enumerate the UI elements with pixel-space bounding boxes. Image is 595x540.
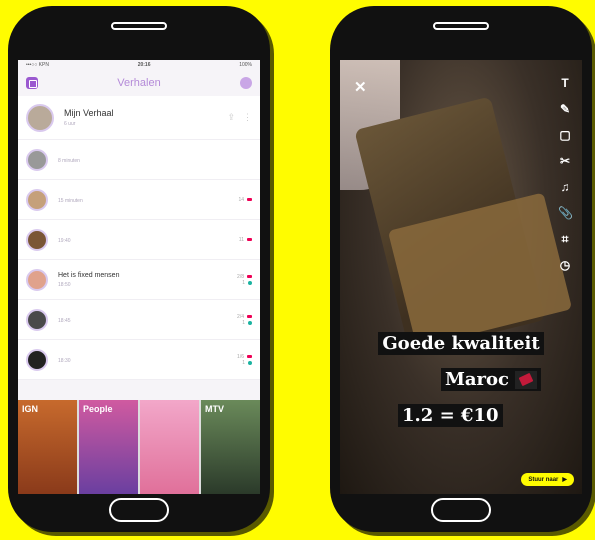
- timer-tool-icon[interactable]: ◷: [558, 258, 572, 272]
- chat-indicator-icon: [248, 320, 252, 325]
- chat-count: 1: [242, 319, 245, 326]
- snap-indicator-icon: [247, 198, 252, 201]
- my-story-row[interactable]: Mijn Verhaal 6 uur ⇪ ⋮: [18, 96, 260, 140]
- chat-indicator-icon: [248, 360, 252, 365]
- story-time: 15 minuten: [58, 198, 83, 204]
- snap-indicator-icon: [247, 355, 252, 358]
- sticker-tool-icon[interactable]: ▢: [558, 128, 572, 142]
- share-icon[interactable]: ⇪: [227, 112, 235, 123]
- caption-line-3: 1.2 = €10: [340, 404, 582, 427]
- list-item[interactable]: 8 minuten: [18, 140, 260, 180]
- caption-line-1: Goede kwaliteit: [340, 332, 582, 355]
- stories-screen: •••○○ KPN 20:16 100% Verhalen Mijn Verha…: [18, 60, 260, 494]
- carrier-label: •••○○ KPN: [26, 62, 49, 68]
- story-time: 18:45: [58, 318, 71, 324]
- send-to-button[interactable]: Stuur naar ▶: [521, 473, 574, 486]
- right-phone: ✕ T ✎ ▢ ✂ ♫ 📎 ⌗ ◷ Goede kwaliteit Maroc …: [330, 6, 592, 532]
- snap-count: 14: [238, 196, 244, 203]
- more-icon[interactable]: ⋮: [243, 112, 252, 123]
- text-tool-icon[interactable]: T: [558, 76, 572, 90]
- discover-tile-3[interactable]: [140, 400, 199, 494]
- avatar: [26, 188, 48, 211]
- close-icon[interactable]: ✕: [354, 78, 367, 96]
- avatar: [26, 103, 54, 132]
- avatar: [26, 308, 48, 331]
- battery-label: 100%: [239, 62, 252, 68]
- chocolate-emoji-icon: [515, 370, 538, 389]
- tile-label: People: [83, 404, 113, 414]
- chat-count: 1: [242, 279, 245, 286]
- discover-strip: IGN People MTV: [18, 400, 260, 494]
- caption-text: 1.2 = €10: [398, 404, 503, 427]
- page-title: Verhalen: [117, 77, 161, 89]
- caption-text: Goede kwaliteit: [378, 332, 544, 355]
- list-item[interactable]: 19:40 11: [18, 220, 260, 260]
- snap-indicator-icon: [247, 275, 252, 278]
- stories-list: Mijn Verhaal 6 uur ⇪ ⋮ 8 minuten 15 minu…: [18, 96, 260, 380]
- pencil-tool-icon[interactable]: ✎: [558, 102, 572, 116]
- top-bar: Verhalen: [18, 70, 260, 96]
- avatar: [26, 348, 48, 371]
- camera-icon[interactable]: [26, 77, 38, 89]
- clock-label: 20:16: [137, 62, 151, 68]
- discover-tile-mtv[interactable]: MTV: [201, 400, 260, 494]
- scissors-tool-icon[interactable]: ✂: [558, 154, 572, 168]
- speaker-grille: [433, 22, 489, 30]
- chat-count: 1: [242, 359, 245, 366]
- list-item[interactable]: 15 minuten 14: [18, 180, 260, 220]
- snap-count: 11: [238, 236, 244, 243]
- list-item[interactable]: 18:30 1/6 1: [18, 340, 260, 380]
- story-name: Het is fixed mensen: [58, 271, 120, 279]
- status-bar: •••○○ KPN 20:16 100%: [18, 60, 260, 70]
- list-item[interactable]: Het is fixed mensen 18:50 2/8 1: [18, 260, 260, 300]
- music-tool-icon[interactable]: ♫: [558, 180, 572, 194]
- discover-icon[interactable]: [240, 77, 252, 89]
- caption-text-box: Maroc: [440, 368, 542, 391]
- discover-tile-ign[interactable]: IGN: [18, 400, 77, 494]
- paperclip-tool-icon[interactable]: 📎: [558, 206, 573, 220]
- caption-text: Maroc: [444, 369, 510, 390]
- story-time: 18:50: [58, 281, 71, 288]
- home-button[interactable]: [109, 498, 169, 522]
- list-item[interactable]: 18:45 2/4 1: [18, 300, 260, 340]
- avatar: [26, 228, 48, 251]
- edit-toolbar: T ✎ ▢ ✂ ♫ 📎 ⌗ ◷: [558, 76, 573, 272]
- story-time: 8 minuten: [58, 158, 80, 164]
- avatar: [26, 148, 48, 171]
- tile-label: IGN: [22, 404, 39, 414]
- story-time: 18:30: [58, 358, 71, 364]
- left-phone: •••○○ KPN 20:16 100% Verhalen Mijn Verha…: [8, 6, 270, 532]
- chat-indicator-icon: [248, 280, 252, 285]
- snap-indicator-icon: [247, 315, 252, 318]
- snap-indicator-icon: [247, 238, 252, 241]
- avatar: [26, 268, 48, 291]
- story-time: 19:40: [58, 238, 71, 244]
- story-screen: ✕ T ✎ ▢ ✂ ♫ 📎 ⌗ ◷ Goede kwaliteit Maroc …: [340, 60, 582, 494]
- caption-line-2: Maroc: [340, 368, 582, 391]
- send-label: Stuur naar: [528, 476, 559, 483]
- speaker-grille: [111, 22, 167, 30]
- tile-label: MTV: [205, 404, 224, 414]
- home-button[interactable]: [431, 498, 491, 522]
- crop-tool-icon[interactable]: ⌗: [558, 232, 572, 246]
- send-arrow-icon: ▶: [562, 477, 567, 483]
- my-story-label: Mijn Verhaal: [64, 108, 114, 118]
- discover-tile-people[interactable]: People: [79, 400, 138, 494]
- my-story-time: 6 uur: [64, 121, 76, 127]
